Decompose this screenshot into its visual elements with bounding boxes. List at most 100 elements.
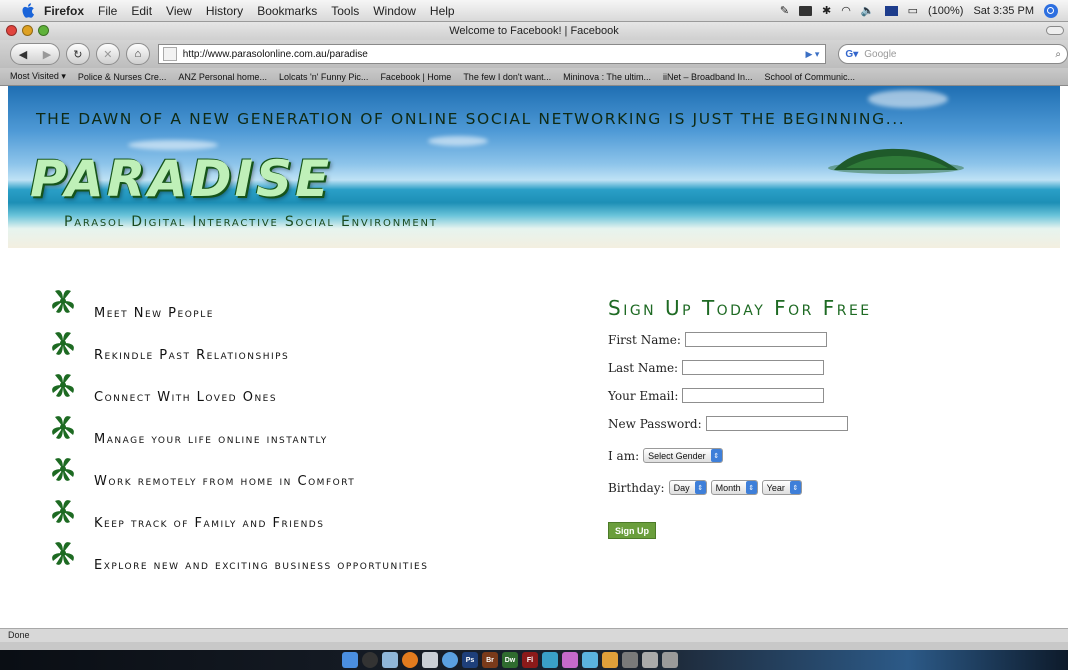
first-name-field[interactable] [684,332,827,347]
firefox-icon[interactable] [402,652,418,668]
mac-dock: Ps Br Dw Fl [0,650,1068,670]
bookmark-item[interactable]: Lolcats 'n' Funny Pic... [279,72,368,82]
banner-tagline: The dawn of a new generation of online s… [36,110,906,128]
last-name-field[interactable] [682,360,825,375]
cloud-decoration [428,136,488,146]
app-icon[interactable] [562,652,578,668]
forward-button[interactable]: ▶ [35,48,59,61]
clover-icon [52,290,74,313]
flash-icon[interactable]: Fl [522,652,538,668]
bookmark-item[interactable]: The few I don't want... [463,72,551,82]
select-arrows-icon: ⇕ [789,481,801,494]
dreamweaver-icon[interactable]: Dw [502,652,518,668]
reload-button[interactable]: ↻ [65,43,90,65]
dock-shelf: Ps Br Dw Fl [336,650,756,670]
bluetooth-icon[interactable]: ✱ [822,4,831,17]
go-arrow-icon[interactable]: ▶ ▾ [805,49,819,60]
feature-label: Keep track of Family and Friends [94,516,325,531]
itunes-icon[interactable] [442,652,458,668]
select-arrows-icon: ⇕ [694,481,706,494]
day-select-value: Day [673,482,690,493]
display-icon[interactable] [799,5,813,16]
gender-label: I am: [608,448,640,463]
mail-icon[interactable] [382,652,398,668]
menu-tools[interactable]: Tools [331,4,359,18]
app-icon[interactable] [622,652,638,668]
home-button[interactable]: ⌂ [125,43,150,65]
dashboard-icon[interactable] [362,652,378,668]
photoshop-icon[interactable]: Ps [462,652,478,668]
app-icon[interactable] [642,652,658,668]
battery-icon[interactable]: ▭ [908,4,918,17]
bookmark-item[interactable]: Facebook | Home [380,72,451,82]
menu-bookmarks[interactable]: Bookmarks [257,4,317,18]
app-icon[interactable] [582,652,598,668]
bookmark-item[interactable]: Police & Nurses Cre... [78,72,167,82]
menu-window[interactable]: Window [373,4,416,18]
stop-button[interactable]: ✕ [95,43,120,65]
feature-item: Keep track of Family and Friends [50,498,580,540]
search-icon[interactable]: ⌕ [1055,49,1061,60]
minimize-window-button[interactable] [22,25,33,36]
email-field[interactable] [682,388,825,403]
apple-icon[interactable] [22,2,36,19]
spotlight-icon[interactable] [1044,3,1058,18]
status-bar-lower [0,642,1068,650]
month-select-value: Month [715,482,741,493]
app-icon[interactable] [542,652,558,668]
feature-label: Manage your life online instantly [94,432,328,447]
clover-icon [52,374,74,397]
bookmark-item[interactable]: School of Communic... [765,72,856,82]
feature-label: Work remotely from home in Comfort [94,474,356,489]
last-name-row: Last Name: [608,360,825,375]
menu-file[interactable]: File [98,4,117,18]
toolbar-toggle-button[interactable] [1046,26,1064,35]
menu-help[interactable]: Help [430,4,455,18]
bookmark-item[interactable]: Mininova : The ultim... [563,72,651,82]
birthday-row: Birthday: Day ⇕ Month ⇕ Year ⇕ [608,480,802,495]
day-select[interactable]: Day ⇕ [668,480,707,495]
bookmarks-toolbar: Most Visited ▾ Police & Nurses Cre... AN… [0,68,1068,86]
bookmark-item[interactable]: iiNet – Broadband In... [663,72,753,82]
app-menu[interactable]: Firefox [44,4,84,18]
address-url[interactable]: http://www.parasolonline.com.au/paradise [183,49,806,60]
trash-icon[interactable] [662,652,678,668]
bookmark-most-visited[interactable]: Most Visited ▾ [10,71,66,82]
volume-icon[interactable]: 🔈 [861,4,875,17]
wifi-icon[interactable]: ◠ [841,4,851,17]
menu-history[interactable]: History [206,4,243,18]
app-icon[interactable] [602,652,618,668]
google-search-engine-icon[interactable]: G▾ [845,49,858,60]
gender-select[interactable]: Select Gender ⇕ [643,448,723,463]
menubar-extras: ✎ ✱ ◠ 🔈 ▭ (100%) Sat 3:35 PM [780,3,1068,18]
close-window-button[interactable] [6,25,17,36]
finder-icon[interactable] [342,652,358,668]
email-row: Your Email: [608,388,825,403]
first-name-row: First Name: [608,332,827,347]
feature-label: Rekindle Past Relationships [94,348,290,363]
password-label: New Password: [608,416,702,431]
address-bar[interactable]: http://www.parasolonline.com.au/paradise… [157,44,827,64]
clover-icon [52,542,74,565]
ical-icon[interactable] [422,652,438,668]
month-select[interactable]: Month ⇕ [710,480,758,495]
select-arrows-icon: ⇕ [710,449,722,462]
sign-up-button[interactable]: Sign Up [608,522,656,539]
paradise-banner: The dawn of a new generation of online s… [8,86,1060,248]
menubar-clock[interactable]: Sat 3:35 PM [973,5,1034,17]
clover-icon [52,332,74,355]
last-name-label: Last Name: [608,360,679,375]
search-input[interactable]: G▾ Google ⌕ [838,44,1068,64]
bookmark-item[interactable]: ANZ Personal home... [178,72,267,82]
script-icon[interactable]: ✎ [780,4,789,17]
bridge-icon[interactable]: Br [482,652,498,668]
year-select[interactable]: Year ⇕ [761,480,802,495]
flag-icon[interactable] [884,5,898,16]
window-controls [6,25,49,36]
first-name-label: First Name: [608,332,681,347]
password-field[interactable] [705,416,848,431]
back-button[interactable]: ◀ [11,48,35,61]
menu-edit[interactable]: Edit [131,4,152,18]
menu-view[interactable]: View [166,4,192,18]
zoom-window-button[interactable] [38,25,49,36]
